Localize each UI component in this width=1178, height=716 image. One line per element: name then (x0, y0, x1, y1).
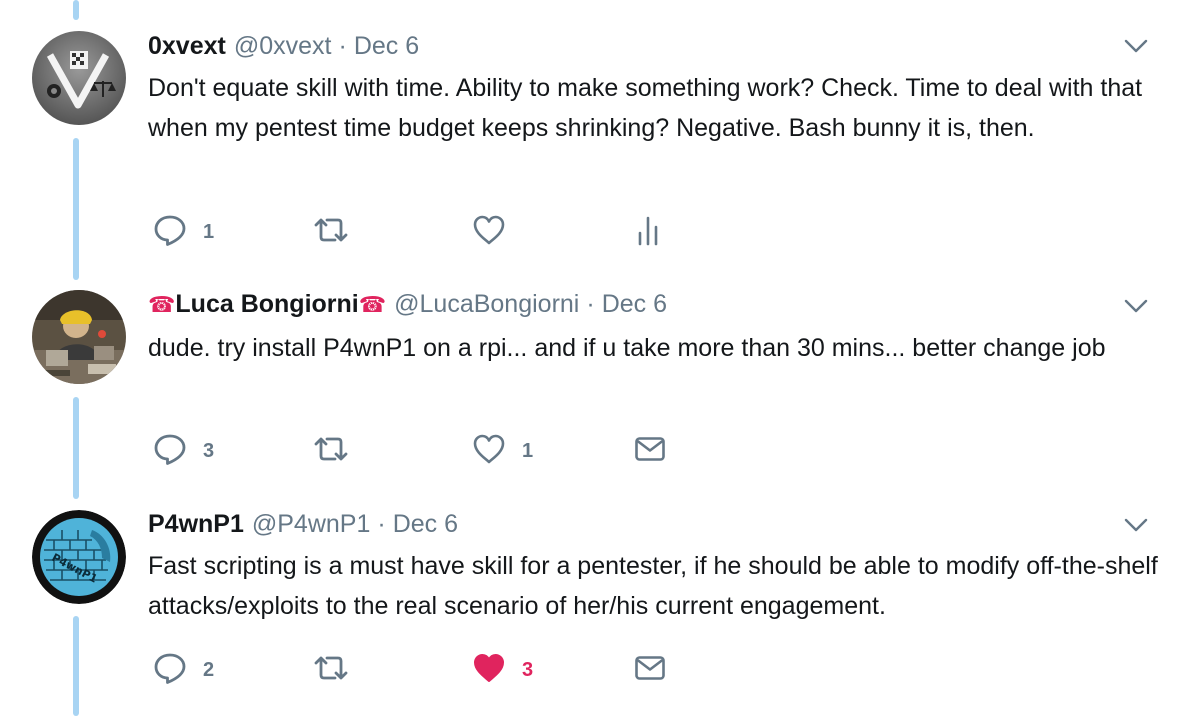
direct-message-button[interactable] (634, 652, 666, 688)
reply-count: 3 (203, 439, 215, 462)
separator-dot: · (377, 510, 386, 538)
avatar[interactable] (32, 290, 126, 384)
retweet-button[interactable] (312, 214, 366, 250)
like-count: 1 (522, 439, 534, 462)
thread-line (73, 616, 79, 716)
direct-message-button[interactable] (634, 433, 666, 469)
heart-icon-filled (472, 652, 506, 689)
like-count: 3 (522, 658, 534, 681)
chevron-down-icon[interactable] (1124, 517, 1148, 533)
reply-icon (153, 433, 187, 470)
reply-count: 1 (203, 220, 215, 243)
avatar[interactable]: P4wnP1 (32, 510, 126, 604)
display-name[interactable]: 0xvext (148, 32, 226, 61)
user-handle[interactable]: @P4wnP1 (252, 510, 371, 539)
tweet-text: Fast scripting is a must have skill for … (148, 552, 1158, 620)
tweet-date[interactable]: Dec 6 (602, 290, 667, 319)
conversation-thread: 0xvext @0xvext · Dec 6 Don't equate skil… (0, 0, 1178, 716)
retweet-icon (312, 653, 350, 688)
like-button[interactable]: 1 (472, 433, 533, 469)
reply-count: 2 (203, 658, 215, 681)
separator-dot: · (586, 290, 595, 318)
analytics-icon (636, 214, 664, 251)
separator-dot: · (338, 32, 347, 60)
reply-button[interactable]: 2 (153, 652, 214, 688)
chevron-down-icon[interactable] (1124, 298, 1148, 314)
user-handle[interactable]: @0xvext (234, 32, 332, 61)
heart-icon (472, 433, 506, 470)
reply-icon (153, 214, 187, 251)
reply-icon (153, 652, 187, 689)
like-button[interactable]: 3 (472, 652, 533, 688)
analytics-button[interactable] (636, 214, 664, 250)
reply-button[interactable]: 3 (153, 433, 214, 469)
retweet-icon (312, 215, 350, 250)
display-name[interactable]: P4wnP1 (148, 510, 244, 539)
tweet-text: dude. try install P4wnP1 on a rpi... and… (148, 334, 1106, 362)
tweet-date[interactable]: Dec 6 (393, 510, 458, 539)
tweet-text: Don't equate skill with time. Ability to… (148, 74, 1143, 142)
retweet-button[interactable] (312, 433, 366, 469)
user-handle[interactable]: @LucaBongiorni (394, 290, 579, 319)
retweet-button[interactable] (312, 652, 366, 688)
retweet-icon (312, 434, 350, 469)
telephone-emoji-icon: ☎ (358, 292, 387, 317)
heart-icon (472, 214, 506, 251)
avatar[interactable] (32, 31, 126, 125)
tweet-header: 0xvext @0xvext · Dec 6 (148, 32, 419, 62)
tweet-date[interactable]: Dec 6 (354, 32, 419, 61)
telephone-emoji-icon: ☎ (148, 292, 176, 317)
chevron-down-icon[interactable] (1124, 38, 1148, 54)
tweet[interactable]: 0xvext @0xvext · Dec 6 Don't equate skil… (0, 0, 1178, 270)
reply-button[interactable]: 1 (153, 214, 214, 250)
thread-line (73, 397, 79, 499)
envelope-icon (634, 654, 666, 687)
envelope-icon (634, 435, 666, 468)
tweet-header: ☎ Luca Bongiorni ☎ @LucaBongiorni · Dec … (148, 290, 667, 320)
tweet-header: P4wnP1 @P4wnP1 · Dec 6 (148, 510, 458, 540)
display-name[interactable]: Luca Bongiorni (175, 290, 358, 319)
like-button[interactable] (472, 214, 522, 250)
